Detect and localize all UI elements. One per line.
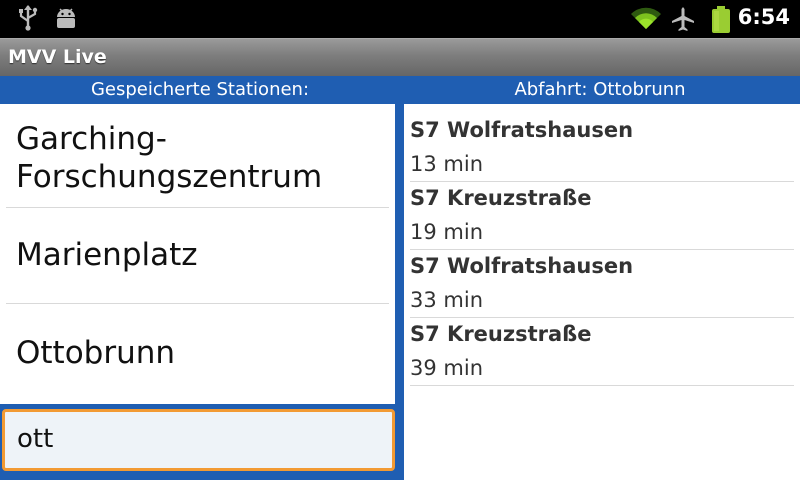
app-title-bar: MVV Live — [0, 38, 800, 76]
usb-icon — [18, 5, 38, 35]
station-label: Ottobrunn — [16, 335, 176, 371]
station-list[interactable]: Garching- Forschungszentrum Marienplatz … — [0, 104, 395, 404]
search-container: ott — [0, 404, 400, 480]
station-item-ottobrunn[interactable]: Ottobrunn — [6, 304, 389, 404]
departure-item[interactable]: S7 Kreuzstraße 39 min — [410, 318, 794, 386]
departure-minutes: 39 min — [410, 356, 483, 380]
departure-item[interactable]: S7 Kreuzstraße 19 min — [410, 182, 794, 250]
departure-minutes: 19 min — [410, 220, 483, 244]
status-time: 6:54 — [737, 5, 790, 29]
battery-icon — [710, 6, 732, 38]
status-bar: 6:54 — [0, 0, 800, 38]
departure-line: S7 Kreuzstraße — [410, 186, 592, 210]
station-label: Garching- Forschungszentrum — [16, 120, 322, 196]
wifi-icon — [630, 6, 662, 34]
departure-item[interactable]: S7 Wolfratshausen 33 min — [410, 250, 794, 318]
departure-line: S7 Wolfratshausen — [410, 254, 634, 278]
android-debug-icon — [54, 7, 78, 33]
departure-list[interactable]: S7 Wolfratshausen 13 min S7 Kreuzstraße … — [404, 104, 800, 480]
departure-minutes: 13 min — [410, 152, 483, 176]
station-search-input[interactable]: ott — [2, 409, 395, 471]
departure-line: S7 Kreuzstraße — [410, 322, 592, 346]
departure-item[interactable]: S7 Wolfratshausen 13 min — [410, 114, 794, 182]
station-label-line: Garching- — [16, 121, 167, 157]
station-item-garching[interactable]: Garching- Forschungszentrum — [6, 104, 389, 208]
departure-minutes: 33 min — [410, 288, 483, 312]
station-item-marienplatz[interactable]: Marienplatz — [6, 208, 389, 304]
airplane-icon — [671, 6, 695, 36]
departure-line: S7 Wolfratshausen — [410, 118, 634, 142]
station-label: Marienplatz — [16, 237, 198, 273]
departures-header: Abfahrt: Ottobrunn — [514, 79, 686, 100]
saved-stations-header: Gespeicherte Stationen: — [90, 79, 310, 100]
departures-panel: Abfahrt: Ottobrunn S7 Wolfratshausen 13 … — [400, 76, 800, 480]
app-title: MVV Live — [8, 46, 107, 68]
saved-stations-panel: Gespeicherte Stationen: Garching- Forsch… — [0, 76, 400, 480]
station-label-line: Forschungszentrum — [16, 159, 323, 195]
